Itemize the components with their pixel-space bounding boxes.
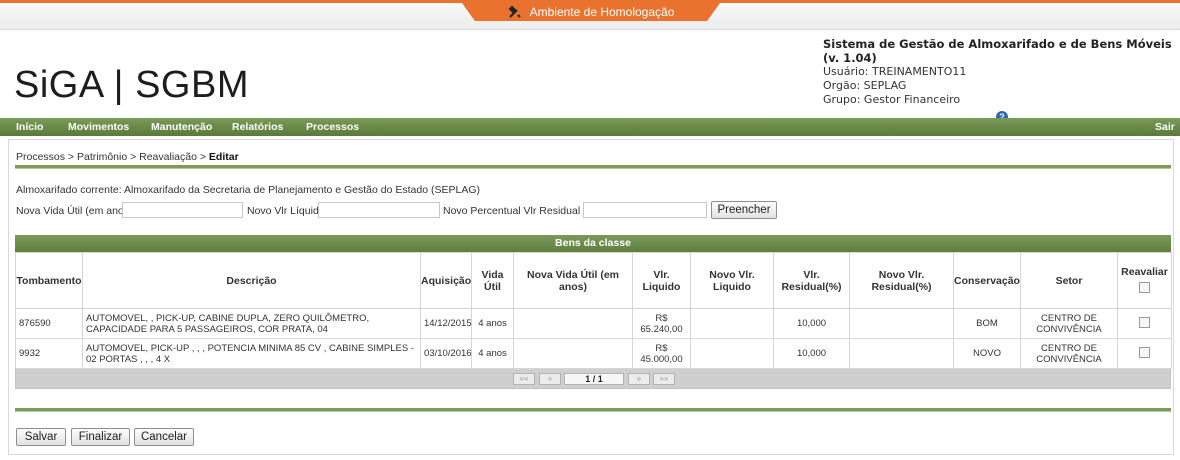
novo-vlr-residual-cell[interactable] — [849, 338, 954, 369]
tombamento-cell: 876590 — [15, 308, 83, 339]
logout-link[interactable]: Sair — [1155, 118, 1175, 136]
almoxarifado-info: Almoxarifado corrente: Almoxarifado da S… — [16, 184, 480, 196]
tools-icon — [508, 5, 521, 18]
reavaliar-cell — [1117, 308, 1172, 339]
column-header-reavaliar: Reavaliar — [1117, 252, 1172, 309]
menu-item-relatorios[interactable]: Relatórios — [232, 118, 283, 136]
breadcrumb-current: Editar — [208, 151, 239, 163]
nova-vida-util-cell[interactable] — [513, 308, 633, 339]
menu-item-manutencao[interactable]: Manutenção — [151, 118, 212, 136]
select-all-checkbox[interactable] — [1139, 281, 1150, 293]
breadcrumb: Processos > Patrimônio > Reavaliação > E… — [16, 151, 239, 163]
environment-label: Ambiente de Homologação — [529, 5, 675, 19]
vlr-liquido-input[interactable] — [318, 202, 440, 218]
environment-bar: Ambiente de Homologação — [0, 0, 1180, 30]
table-pager: «« « 1 / 1 » »» — [15, 369, 1171, 389]
reavaliar-cell — [1117, 338, 1172, 369]
environment-line — [0, 0, 1180, 3]
setor-line-1: CENTRO DE — [1041, 312, 1097, 324]
setor-cell: CENTRO DE CONVIVÊNCIA — [1020, 308, 1118, 339]
novo-vlr-liquido-cell[interactable] — [690, 338, 774, 369]
table-row: 9932 AUTOMOVEL, PICK-UP , , , POTENCIA M… — [15, 338, 1172, 369]
column-header: Descrição — [82, 252, 421, 309]
content-panel: Processos > Patrimônio > Reavaliação > E… — [8, 139, 1174, 455]
section-divider-bottom — [15, 408, 1171, 412]
vlr-liquido-cell: R$ 65.240,00 — [632, 308, 691, 339]
conservacao-cell: BOM — [953, 308, 1021, 339]
pager-last-button[interactable]: »» — [653, 373, 675, 385]
column-header: Novo Vlr. Residual(%) — [849, 252, 954, 309]
pager-prev-button[interactable]: « — [539, 373, 561, 385]
section-divider-top — [15, 165, 1171, 169]
app-logo: SiGA | SGBM — [14, 64, 249, 106]
pager-info: 1 / 1 — [564, 373, 624, 385]
vlr-liquido-cell: R$ 45.000,00 — [632, 338, 691, 369]
system-title: Sistema de Gestão de Almoxarifado e de B… — [823, 37, 1172, 65]
setor-line-2: CONVIVÊNCIA — [1036, 353, 1102, 365]
novo-vlr-residual-cell[interactable] — [849, 308, 954, 339]
nova-vida-util-cell[interactable] — [513, 338, 633, 369]
menu-item-processos[interactable]: Processos — [306, 118, 359, 136]
column-header: Vida Útil — [471, 252, 514, 309]
column-header: Conservação — [953, 252, 1021, 309]
tombamento-cell: 9932 — [15, 338, 83, 369]
novo-vlr-liquido-cell[interactable] — [690, 308, 774, 339]
fill-button[interactable]: Preencher — [711, 201, 777, 219]
reavaliar-checkbox[interactable] — [1139, 346, 1150, 358]
main-menu: Início Movimentos Manutenção Relatórios … — [0, 118, 1180, 136]
cancel-button[interactable]: Cancelar — [134, 428, 194, 446]
currency-label: R$ — [655, 312, 668, 324]
vida-util-cell: 4 anos — [471, 308, 514, 339]
assets-table: Tombamento Descrição Aquisição Vida Útil… — [15, 252, 1172, 369]
pager-next-button[interactable]: » — [628, 373, 650, 385]
vida-util-cell: 4 anos — [471, 338, 514, 369]
assets-table-panel: Bens da classe Tombamento Descrição Aqui… — [15, 235, 1172, 389]
setor-line-2: CONVIVÊNCIA — [1036, 323, 1102, 335]
descricao-cell: AUTOMOVEL, PICK-UP , , , POTENCIA MINIMA… — [82, 338, 421, 369]
column-header: Nova Vida Útil (em anos) — [513, 252, 633, 309]
table-header-row: Tombamento Descrição Aquisição Vida Útil… — [15, 252, 1172, 309]
table-row: 876590 AUTOMOVEL, , PICK-UP, CABINE DUPL… — [15, 308, 1172, 339]
aquisicao-cell: 03/10/2016 — [420, 338, 472, 369]
column-header: Aquisição — [420, 252, 472, 309]
perc-residual-label: Novo Percentual Vlr Residual (%): — [443, 205, 603, 217]
menu-item-inicio[interactable]: Início — [16, 118, 43, 136]
currency-label: R$ — [655, 342, 668, 354]
column-header: Vlr. Liquido — [632, 252, 691, 309]
breadcrumb-path: Processos > Patrimônio > Reavaliação > — [16, 151, 206, 163]
system-info: Sistema de Gestão de Almoxarifado e de B… — [823, 37, 1180, 107]
column-header: Tombamento — [15, 252, 83, 309]
setor-line-1: CENTRO DE — [1041, 342, 1097, 354]
conservacao-cell: NOVO — [953, 338, 1021, 369]
vlr-liquido-label: Novo Vlr Líquido: — [247, 205, 328, 217]
vlr-liquido-value: 65.240,00 — [640, 323, 683, 335]
aquisicao-cell: 14/12/2015 — [420, 308, 472, 339]
org-info: Orgão: SEPLAG — [823, 79, 907, 92]
save-button[interactable]: Salvar — [16, 428, 66, 446]
perc-residual-input[interactable] — [583, 202, 707, 218]
environment-tab: Ambiente de Homologação — [462, 3, 720, 21]
column-header: Vlr. Residual(%) — [773, 252, 850, 309]
pager-first-button[interactable]: «« — [513, 373, 535, 385]
vida-util-input[interactable] — [122, 202, 243, 218]
column-header: Setor — [1020, 252, 1118, 309]
column-header: Novo Vlr. Liquido — [690, 252, 774, 309]
reavaliar-header-label: Reavaliar — [1121, 265, 1168, 278]
vlr-residual-cell: 10,000 — [773, 308, 850, 339]
user-info: Usuário: TREINAMENTO11 — [823, 65, 967, 78]
descricao-cell: AUTOMOVEL, , PICK-UP, CABINE DUPLA, ZERO… — [82, 308, 421, 339]
group-info: Grupo: Gestor Financeiro — [823, 93, 961, 106]
table-caption: Bens da classe — [15, 235, 1171, 252]
finalize-button[interactable]: Finalizar — [71, 428, 130, 446]
reavaliar-checkbox[interactable] — [1139, 316, 1150, 328]
vlr-residual-cell: 10,000 — [773, 338, 850, 369]
vlr-liquido-value: 45.000,00 — [640, 353, 683, 365]
menu-item-movimentos[interactable]: Movimentos — [68, 118, 129, 136]
vida-util-label: Nova Vida Útil (em anos): — [16, 205, 136, 217]
setor-cell: CENTRO DE CONVIVÊNCIA — [1020, 338, 1118, 369]
